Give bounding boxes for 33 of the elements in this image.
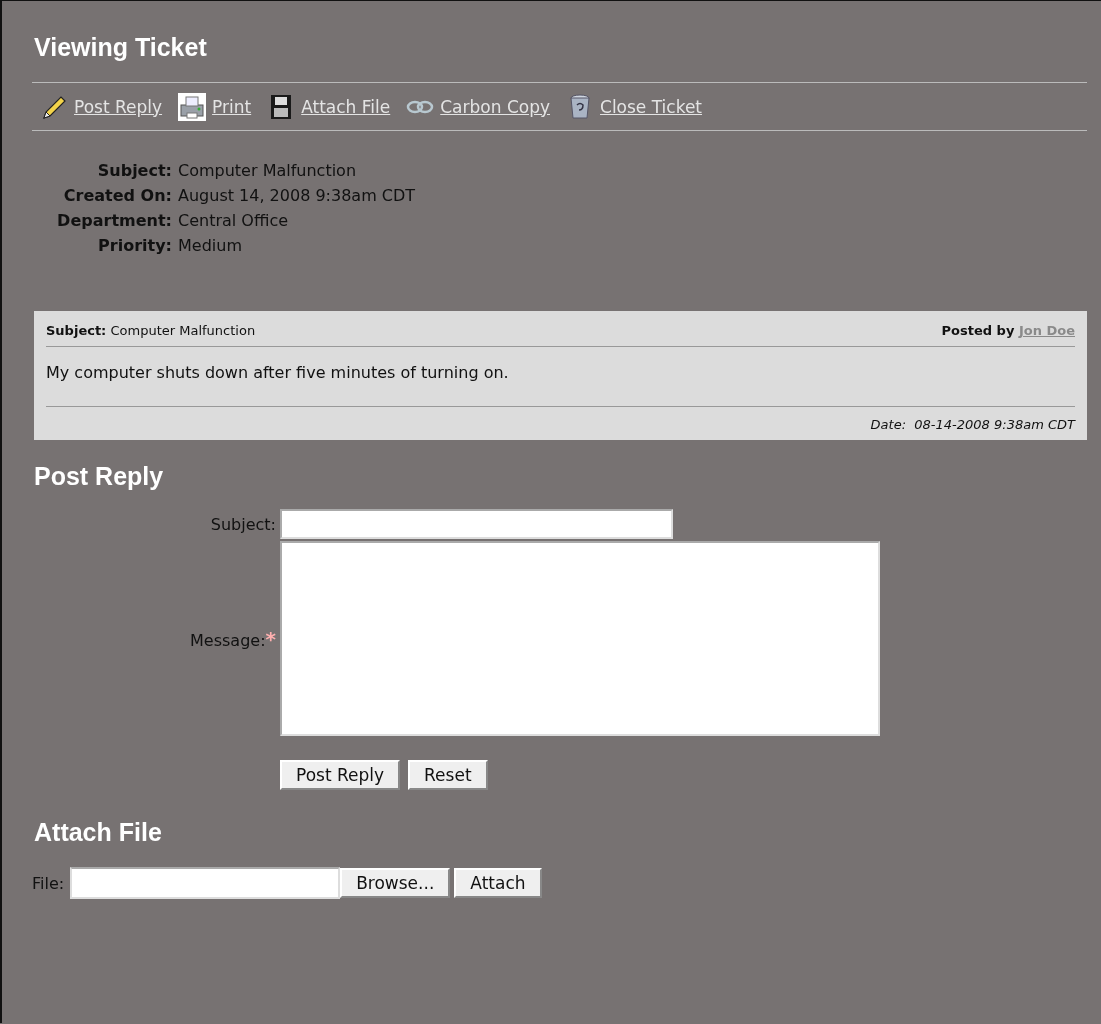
message-field[interactable] [280, 541, 880, 736]
toolbar-link[interactable]: Print [212, 96, 252, 117]
message-body: My computer shuts down after five minutes of turning on. [46, 347, 1075, 407]
toolbar-link[interactable]: Post Reply [74, 96, 163, 117]
detail-label: Created On: [63, 186, 172, 205]
toolbar-link[interactable]: Close Ticket [600, 96, 703, 117]
author-link[interactable]: Jon Doe [1018, 323, 1075, 338]
section-heading: Attach File [34, 818, 162, 847]
section-heading: Post Reply [34, 462, 164, 491]
detail-value: Medium [178, 236, 242, 255]
reset-button[interactable]: Reset [408, 760, 488, 790]
detail-label: Priority: [98, 236, 172, 255]
field-label: File: [32, 873, 65, 893]
subject-field[interactable] [280, 509, 673, 539]
detail-value: Central Office [178, 211, 289, 230]
page-title: Viewing Ticket [34, 33, 207, 62]
detail-label: Subject: [97, 161, 172, 180]
toolbar-link[interactable]: Attach File [301, 96, 391, 117]
detail-label: Department: [57, 211, 172, 230]
browse-button[interactable]: Browse... [340, 868, 451, 898]
printer-icon[interactable] [178, 92, 207, 121]
required-mark: * [265, 626, 276, 651]
message-subject: Subject: Computer Malfunction [46, 323, 256, 338]
detail-value: August 14, 2008 9:38am CDT [178, 186, 416, 205]
field-label: Message: [190, 630, 266, 650]
message-date: Date: 08-14-2008 9:38am CDT [869, 416, 1075, 432]
file-field[interactable] [70, 867, 341, 899]
posted-by: Posted by Jon Doe [941, 323, 1075, 338]
attach-button[interactable]: Attach [454, 868, 542, 898]
toolbar-link[interactable]: Carbon Copy [440, 96, 550, 117]
field-label: Subject: [210, 514, 276, 534]
detail-value: Computer Malfunction [178, 161, 357, 180]
submit-button[interactable]: Post Reply [280, 760, 401, 790]
